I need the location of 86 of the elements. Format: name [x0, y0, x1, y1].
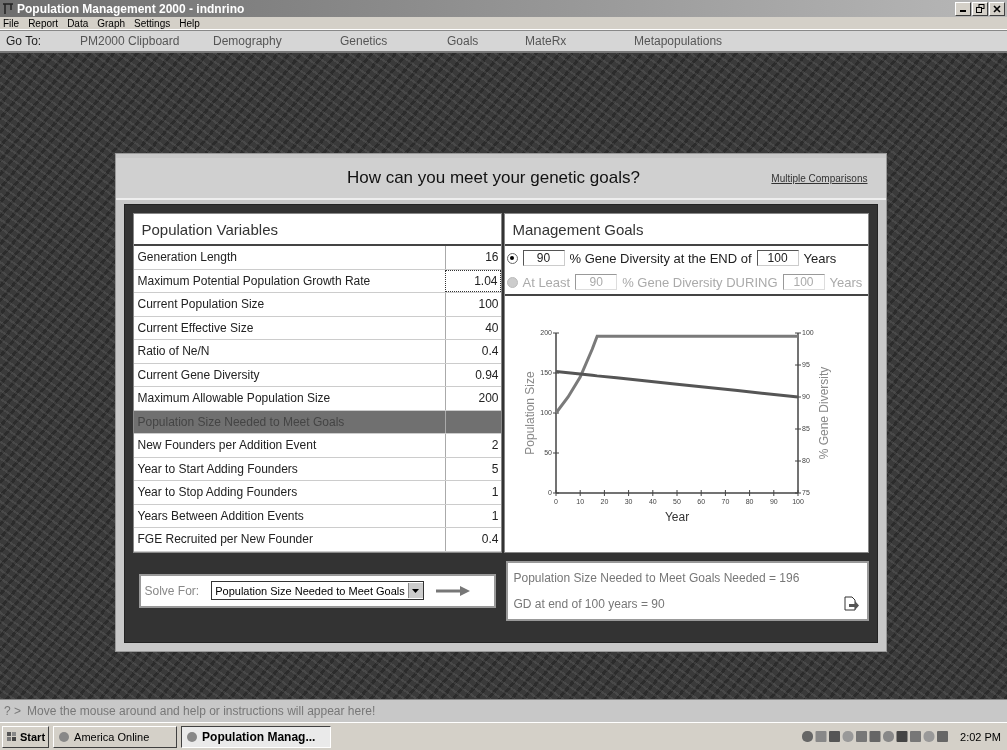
- restore-button[interactable]: [972, 1, 988, 16]
- variable-label: Current Effective Size: [136, 319, 255, 337]
- menu-item[interactable]: Report: [28, 17, 59, 29]
- table-row[interactable]: Current Gene Diversity 0.94: [133, 363, 501, 387]
- option-text: Years: [803, 250, 837, 266]
- nav-link[interactable]: PM2000 Clipboard: [80, 34, 213, 48]
- input-field[interactable]: 100: [756, 250, 799, 266]
- variable-label: Year to Stop Adding Founders: [136, 484, 299, 502]
- option-text: % Gene Diversity at the END of: [569, 250, 752, 266]
- value-cell[interactable]: 1: [444, 481, 501, 504]
- value-cell[interactable]: 1: [444, 504, 501, 527]
- windows-logo-icon: [6, 730, 18, 743]
- variable-label: Maximum Allowable Population Size: [136, 390, 332, 408]
- result-text: GD at end of 100 years = 90: [513, 596, 665, 611]
- nav-link[interactable]: Metapopulations: [634, 34, 754, 48]
- clock: 2:02 PM: [960, 730, 1001, 743]
- minimize-button[interactable]: [955, 1, 971, 16]
- restore-icon: [975, 4, 985, 13]
- nav-link[interactable]: Goals: [447, 34, 525, 48]
- app-icon: [2, 2, 14, 15]
- option-text: % Gene Diversity DURING: [622, 274, 778, 290]
- variable-label: Current Population Size: [136, 296, 266, 314]
- minimize-icon: [960, 10, 966, 12]
- nav-link[interactable]: Genetics: [340, 34, 447, 48]
- document-icon[interactable]: [842, 595, 859, 611]
- menu-item[interactable]: Help: [179, 17, 200, 29]
- multiple-comparisons-link[interactable]: Multiple Comparisons: [771, 172, 868, 184]
- table-row[interactable]: Year to Stop Adding Founders 1: [133, 481, 501, 505]
- menu-item[interactable]: Data: [67, 17, 89, 29]
- table-row[interactable]: Years Between Addition Events 1: [133, 504, 501, 528]
- goto-label: Go To:: [6, 34, 43, 48]
- table-row[interactable]: Maximum Potential Population Growth Rate 1.04: [133, 269, 501, 293]
- axis-title: Population Size: [523, 371, 537, 455]
- value-cell[interactable]: 0.94: [444, 363, 501, 386]
- variable-label: Generation Length: [136, 249, 238, 267]
- menu-item[interactable]: File: [3, 17, 20, 29]
- table-row[interactable]: Year to Start Adding Founders 5: [133, 457, 501, 481]
- variable-label: Ratio of Ne/N: [136, 343, 211, 361]
- value-cell[interactable]: 5: [444, 457, 501, 480]
- value-cell[interactable]: 100: [444, 293, 501, 316]
- axis-title: % Gene Diversity: [817, 366, 831, 460]
- nav-link[interactable]: Demography: [213, 34, 340, 48]
- app-icon: [58, 730, 71, 743]
- table-row[interactable]: New Founders per Addition Event 2: [133, 434, 501, 458]
- taskbar-button[interactable]: America Online: [53, 725, 178, 748]
- value-cell[interactable]: 0.4: [444, 340, 501, 363]
- value-cell[interactable]: 40: [444, 316, 501, 339]
- nav-link[interactable]: MateRx: [525, 34, 634, 48]
- axis-title: Year: [664, 510, 690, 525]
- close-button[interactable]: [989, 1, 1005, 16]
- variable-label: Year to Start Adding Founders: [136, 460, 299, 478]
- caret-icon: [412, 588, 420, 593]
- input-field[interactable]: 90: [522, 250, 565, 266]
- value-cell[interactable]: 2: [444, 434, 501, 457]
- app-icon: [186, 730, 199, 743]
- table-row[interactable]: Current Population Size 100: [133, 293, 501, 317]
- window-title: Population Management 2000 - indnrino: [17, 1, 246, 16]
- result-text: Population Size Needed to Meet Goals Needed = 196: [513, 570, 800, 585]
- value-cell[interactable]: 1.04: [444, 269, 501, 292]
- section-title: Management Goals: [504, 214, 868, 246]
- value-cell[interactable]: 16: [444, 246, 501, 269]
- table-row[interactable]: FGE Recruited per New Founder 0.4: [133, 528, 501, 552]
- arrow-icon[interactable]: [435, 585, 470, 596]
- table-row[interactable]: Maximum Allowable Population Size 200: [133, 387, 501, 411]
- menu-item[interactable]: Settings: [134, 17, 171, 29]
- status-text: Move the mouse around and help or instructions will appear here!: [27, 704, 376, 718]
- table-row[interactable]: Current Effective Size 40: [133, 316, 501, 340]
- solve-label: Solve For:: [144, 583, 200, 598]
- value-cell[interactable]: 0.4: [444, 528, 501, 551]
- solve-dropdown[interactable]: Population Size Needed to Meet Goals: [211, 581, 424, 600]
- status-prompt: ? >: [4, 704, 21, 718]
- variable-label: Maximum Potential Population Growth Rate: [136, 272, 372, 290]
- panel-title: How can you meet your genetic goals?: [345, 168, 641, 188]
- menu-item[interactable]: Graph: [97, 17, 126, 29]
- variable-label: Current Gene Diversity: [136, 366, 261, 384]
- variable-label: FGE Recruited per New Founder: [136, 531, 314, 549]
- variable-label: New Founders per Addition Event: [136, 437, 318, 455]
- value-cell[interactable]: 200: [444, 387, 501, 410]
- table-row[interactable]: Ratio of Ne/N 0.4: [133, 340, 501, 364]
- table-row[interactable]: Generation Length 16: [133, 246, 501, 270]
- option-text: At Least: [522, 274, 571, 290]
- option-text: Years: [829, 274, 863, 290]
- variable-label: Years Between Addition Events: [136, 507, 305, 525]
- start-button[interactable]: Start: [2, 725, 50, 748]
- taskbar-button[interactable]: Population Manag...: [181, 725, 332, 748]
- close-icon: [993, 4, 1001, 13]
